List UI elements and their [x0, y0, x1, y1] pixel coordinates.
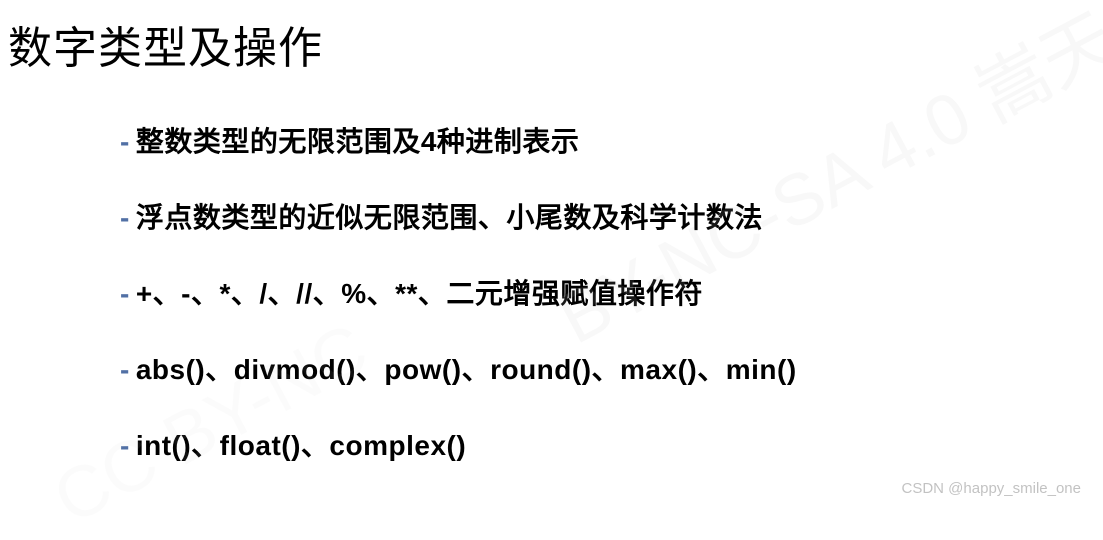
list-item-text: int()、float()、complex() — [136, 430, 466, 461]
list-item: -abs()、divmod()、pow()、round()、max()、min(… — [120, 348, 1103, 388]
watermark-bottom: CSDN @happy_smile_one — [902, 480, 1081, 497]
bullet-dash: - — [120, 354, 130, 385]
list-item: -整数类型的无限范围及4种进制表示 — [120, 120, 1103, 160]
list-item: -浮点数类型的近似无限范围、小尾数及科学计数法 — [120, 196, 1103, 236]
list-item: -+、-、*、/、//、%、**、二元增强赋值操作符 — [120, 272, 1103, 312]
list-item-text: 浮点数类型的近似无限范围、小尾数及科学计数法 — [136, 202, 763, 233]
bullet-dash: - — [120, 430, 130, 461]
list-item-text: +、-、*、/、//、%、**、二元增强赋值操作符 — [136, 278, 703, 309]
page-title: 数字类型及操作 — [0, 0, 1103, 76]
list-item: -int()、float()、complex() — [120, 424, 1103, 464]
bullet-dash: - — [120, 202, 130, 233]
list-item-text: abs()、divmod()、pow()、round()、max()、min() — [136, 354, 797, 385]
bullet-list: -整数类型的无限范围及4种进制表示 -浮点数类型的近似无限范围、小尾数及科学计数… — [0, 76, 1103, 464]
list-item-text: 整数类型的无限范围及4种进制表示 — [136, 126, 580, 157]
bullet-dash: - — [120, 126, 130, 157]
bullet-dash: - — [120, 278, 130, 309]
